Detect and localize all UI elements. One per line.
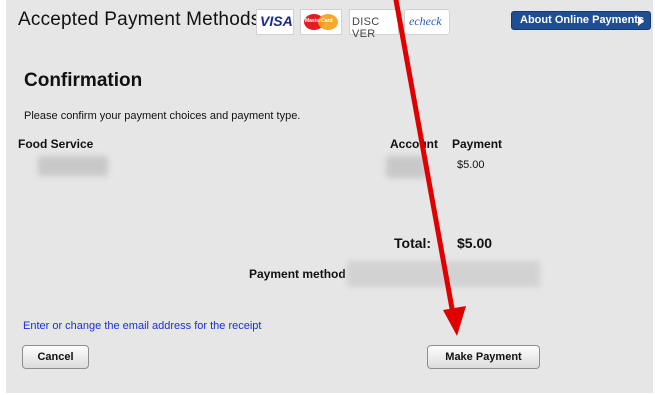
red-arrow-annotation [393, 0, 466, 336]
annotation-arrow-shaft [393, 0, 456, 317]
annotation-arrow-head [443, 306, 466, 336]
